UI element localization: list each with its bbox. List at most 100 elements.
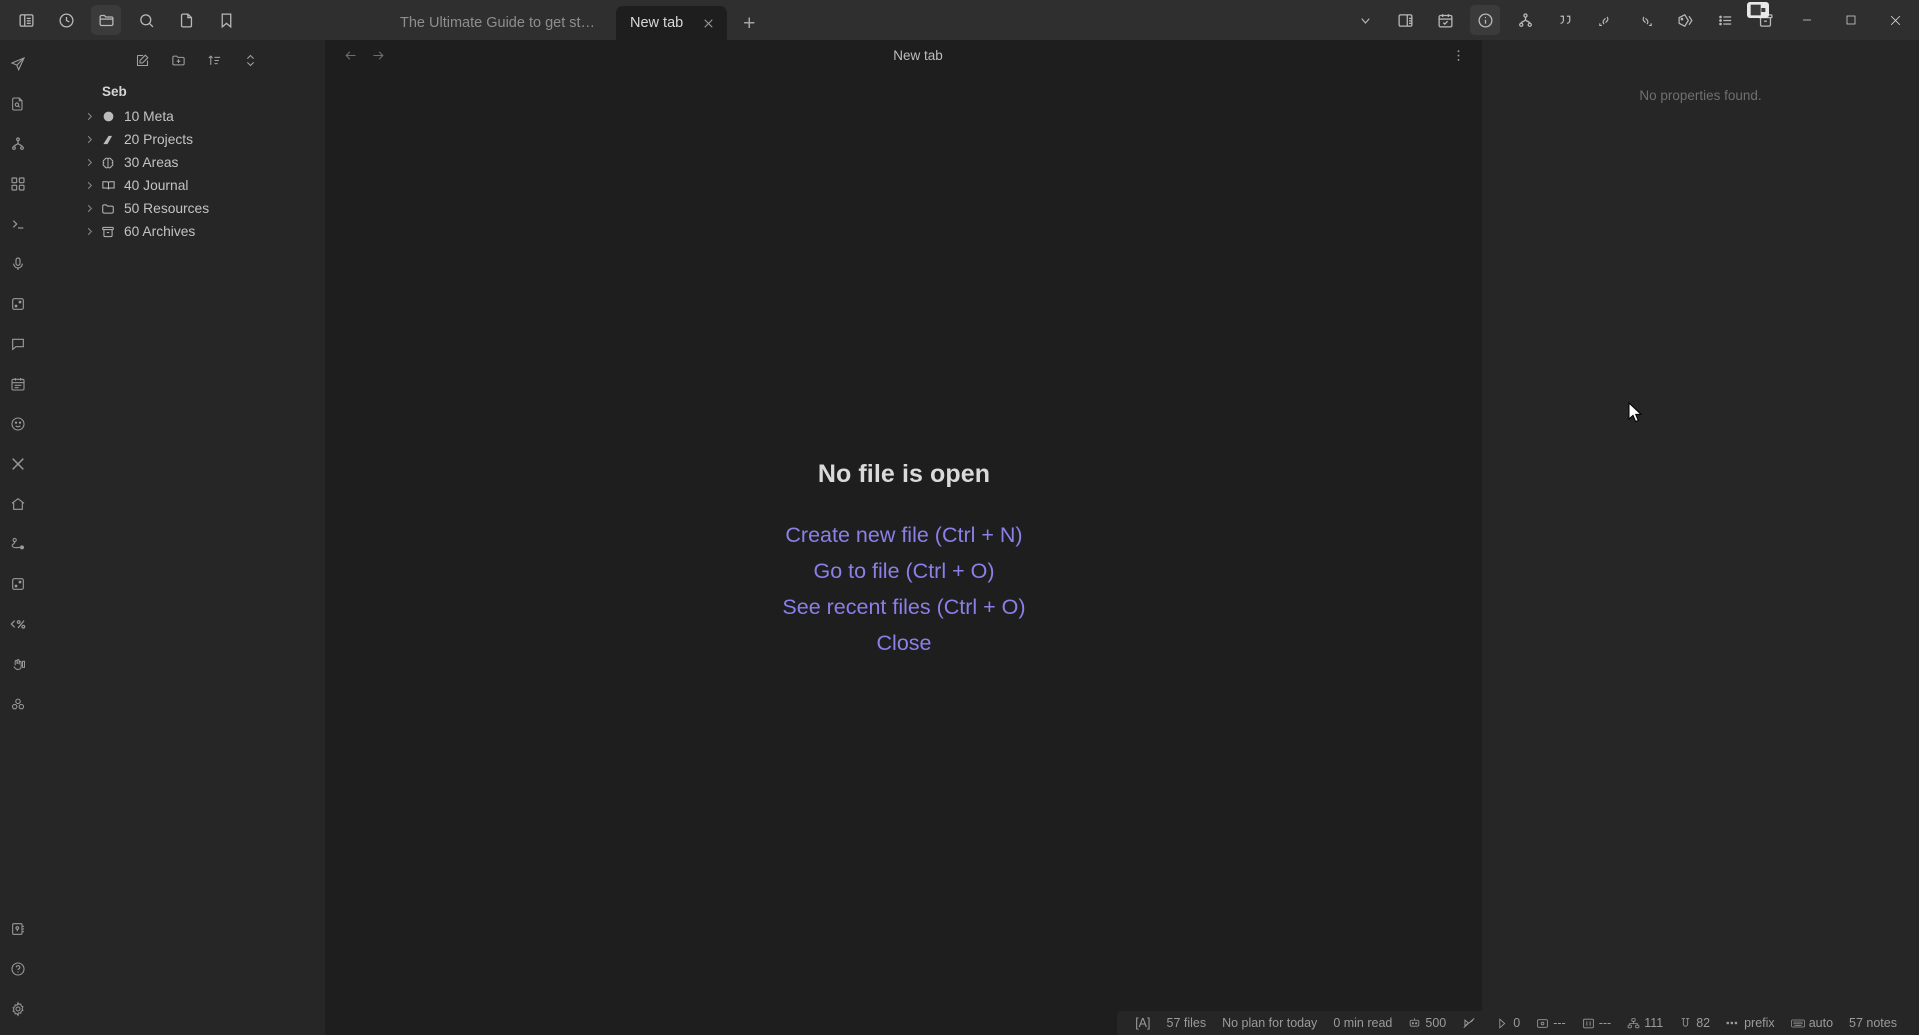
calendar-icon[interactable] — [3, 369, 33, 399]
toggle-right-sidebar-icon[interactable] — [1390, 5, 1420, 35]
tab-strip: The Ultimate Guide to get star... New ta… — [386, 0, 769, 40]
properties-pane: No properties found. — [1482, 40, 1919, 1035]
file-icon[interactable] — [171, 5, 201, 35]
molecule-icon[interactable] — [3, 689, 33, 719]
minimize-icon[interactable] — [1785, 0, 1829, 40]
vault-name: Seb — [102, 84, 127, 99]
see-recent-files-action[interactable]: See recent files (Ctrl + O) — [782, 589, 1025, 625]
status-attachments[interactable]: 82 — [1671, 1011, 1718, 1035]
quote-icon[interactable] — [1550, 5, 1580, 35]
link-forward-icon[interactable] — [1630, 5, 1660, 35]
tree-item-60-archives[interactable]: 60 Archives — [82, 220, 317, 243]
calendar-check-icon[interactable] — [1430, 5, 1460, 35]
app-body: Seb 10 Meta 20 Projects 30 Areas 40 Jour… — [0, 40, 1919, 1035]
graph-fork-icon[interactable] — [3, 129, 33, 159]
folder-tree: 10 Meta 20 Projects 30 Areas 40 Journal … — [36, 105, 325, 243]
hand-pointer-icon[interactable] — [3, 649, 33, 679]
bookmark-icon[interactable] — [211, 5, 241, 35]
status-read-time[interactable]: 0 min read — [1325, 1011, 1400, 1035]
prefix-icon — [1726, 1018, 1740, 1028]
archive-box-icon — [98, 223, 118, 241]
percent-code-icon[interactable] — [3, 609, 33, 639]
close-action[interactable]: Close — [877, 625, 932, 661]
crossed-tools-icon[interactable] — [3, 449, 33, 479]
paper-plane-icon[interactable] — [3, 49, 33, 79]
tab-active[interactable]: New tab — [616, 6, 728, 40]
folder-icon[interactable] — [91, 5, 121, 35]
maximize-icon[interactable] — [1829, 0, 1873, 40]
toggle-left-sidebar-icon[interactable] — [11, 5, 41, 35]
status-mode[interactable]: [A] — [1127, 1011, 1158, 1035]
tags-icon[interactable] — [1670, 5, 1700, 35]
chevron-right-icon[interactable] — [82, 133, 96, 147]
new-note-icon[interactable] — [129, 47, 155, 73]
titlebar-left-icons — [0, 0, 246, 40]
tab-title: New tab — [630, 15, 684, 31]
status-links[interactable]: 111 — [1619, 1011, 1671, 1035]
status-ai-tokens[interactable]: 500 — [1400, 1011, 1454, 1035]
sort-icon[interactable] — [201, 47, 227, 73]
smiley-icon[interactable] — [3, 409, 33, 439]
close-icon[interactable] — [1873, 0, 1917, 40]
arrow-left-icon[interactable] — [338, 43, 362, 67]
tree-item-10-meta[interactable]: 10 Meta — [82, 105, 317, 128]
graph-fork-icon[interactable] — [1510, 5, 1540, 35]
help-circle-icon[interactable] — [3, 954, 33, 984]
chevron-right-icon[interactable] — [82, 156, 96, 170]
chevron-down-icon[interactable] — [1350, 5, 1380, 35]
grid-apps-icon[interactable] — [3, 169, 33, 199]
status-sync-off[interactable] — [1454, 1011, 1488, 1035]
collapse-expand-icon[interactable] — [237, 47, 263, 73]
path-node-icon[interactable] — [3, 529, 33, 559]
go-to-file-action[interactable]: Go to file (Ctrl + O) — [814, 553, 995, 589]
close-icon[interactable] — [697, 12, 719, 34]
brain-icon — [98, 154, 118, 172]
tab-inactive[interactable]: The Ultimate Guide to get star... — [386, 6, 616, 40]
robot-icon — [1408, 1017, 1421, 1030]
status-image[interactable]: --- — [1528, 1011, 1574, 1035]
recent-files-icon[interactable] — [51, 5, 81, 35]
tree-item-50-resources[interactable]: 50 Resources — [82, 197, 317, 220]
home-icon[interactable] — [3, 489, 33, 519]
chevron-right-icon[interactable] — [82, 110, 96, 124]
status-contrast[interactable]: 0 — [1488, 1011, 1528, 1035]
dice-icon-2[interactable] — [3, 569, 33, 599]
more-vertical-icon[interactable] — [1446, 43, 1470, 67]
chart-icon — [1582, 1017, 1595, 1030]
file-search-icon[interactable] — [3, 89, 33, 119]
tree-item-30-areas[interactable]: 30 Areas — [82, 151, 317, 174]
arrow-right-icon[interactable] — [366, 43, 390, 67]
tree-item-label: 60 Archives — [124, 224, 196, 239]
status-prefix[interactable]: prefix — [1718, 1011, 1783, 1035]
new-tab-button[interactable]: + — [735, 9, 763, 37]
status-chart[interactable]: --- — [1574, 1011, 1620, 1035]
terminal-icon[interactable] — [3, 209, 33, 239]
comment-icon[interactable] — [3, 329, 33, 359]
tree-item-label: 50 Resources — [124, 201, 210, 216]
search-icon[interactable] — [131, 5, 161, 35]
tree-item-40-journal[interactable]: 40 Journal — [82, 174, 317, 197]
outline-list-icon[interactable] — [1710, 5, 1740, 35]
status-daily-plan[interactable]: No plan for today — [1214, 1011, 1325, 1035]
chevron-right-icon[interactable] — [82, 225, 96, 239]
status-note-count[interactable]: 57 notes — [1841, 1011, 1905, 1035]
link-back-icon[interactable] — [1590, 5, 1620, 35]
status-file-count[interactable]: 57 files — [1159, 1011, 1215, 1035]
app-window: The Ultimate Guide to get star... New ta… — [0, 0, 1919, 1035]
settings-gear-icon[interactable] — [3, 994, 33, 1024]
chevron-right-icon[interactable] — [82, 202, 96, 216]
create-new-file-action[interactable]: Create new file (Ctrl + N) — [785, 517, 1022, 553]
tree-item-20-projects[interactable]: 20 Projects — [82, 128, 317, 151]
vault-key-icon[interactable] — [3, 914, 33, 944]
status-keyboard[interactable]: auto — [1783, 1011, 1841, 1035]
book-open-icon — [98, 177, 118, 195]
new-folder-icon[interactable] — [165, 47, 191, 73]
titlebar-right-icons — [1345, 0, 1919, 40]
explorer-toolbar — [36, 44, 325, 76]
dice-icon[interactable] — [3, 289, 33, 319]
chevron-right-icon[interactable] — [82, 179, 96, 193]
info-circle-icon[interactable] — [1470, 5, 1500, 35]
status-read-time-text: 0 min read — [1333, 1016, 1393, 1030]
microphone-icon[interactable] — [3, 249, 33, 279]
no-sync-icon — [1462, 1016, 1476, 1030]
